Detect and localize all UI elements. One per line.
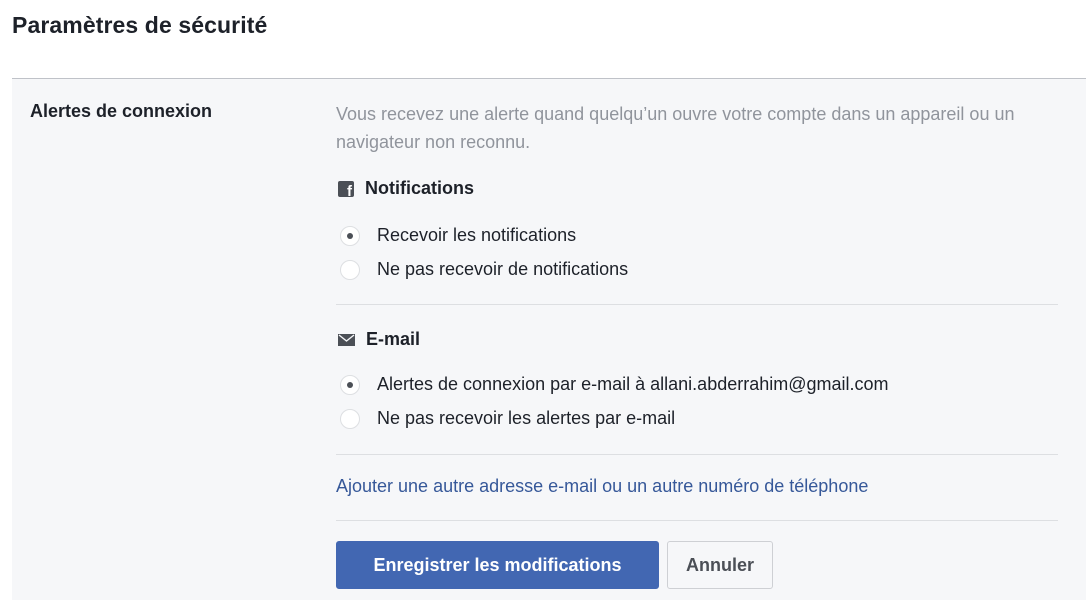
add-contact-link[interactable]: Ajouter une autre adresse e-mail ou un a… — [336, 476, 868, 497]
notifications-header-label: Notifications — [365, 178, 475, 198]
radio-button[interactable] — [340, 259, 360, 280]
email-header-label: E-mail — [366, 329, 421, 349]
section-description: Vous recevez une alerte quand quelqu’un … — [336, 104, 1015, 152]
notifications-header: f Notifications — [338, 178, 474, 199]
divider — [336, 454, 1058, 455]
divider — [336, 304, 1058, 305]
radio-button[interactable] — [340, 408, 360, 429]
section-label: Alertes de connexion — [30, 101, 213, 121]
radio-no-email-alerts[interactable]: Ne pas recevoir les alertes par e-mail — [340, 408, 675, 429]
envelope-icon — [338, 333, 355, 346]
radio-label: Recevoir les notifications — [377, 225, 577, 245]
email-header: E-mail — [338, 329, 420, 350]
divider — [336, 520, 1058, 521]
radio-label: Ne pas recevoir les alertes par e-mail — [377, 408, 676, 428]
radio-receive-notifications[interactable]: Recevoir les notifications — [340, 225, 576, 246]
security-settings-page: Paramètres de sécurité Alertes de connex… — [0, 0, 1086, 600]
radio-label: Ne pas recevoir de notifications — [377, 259, 629, 279]
radio-button-checked[interactable] — [340, 374, 360, 395]
radio-button-checked[interactable] — [340, 225, 360, 246]
save-button[interactable]: Enregistrer les modifications — [336, 541, 659, 589]
login-alerts-panel: Alertes de connexion Vous recevez une al… — [12, 79, 1086, 600]
page-title: Paramètres de sécurité — [12, 12, 268, 38]
radio-label: Alertes de connexion par e-mail à allani… — [377, 374, 889, 394]
cancel-button[interactable]: Annuler — [667, 541, 773, 589]
facebook-icon: f — [338, 180, 354, 197]
radio-no-notifications[interactable]: Ne pas recevoir de notifications — [340, 259, 628, 280]
radio-email-alerts[interactable]: Alertes de connexion par e-mail à allani… — [340, 374, 889, 395]
